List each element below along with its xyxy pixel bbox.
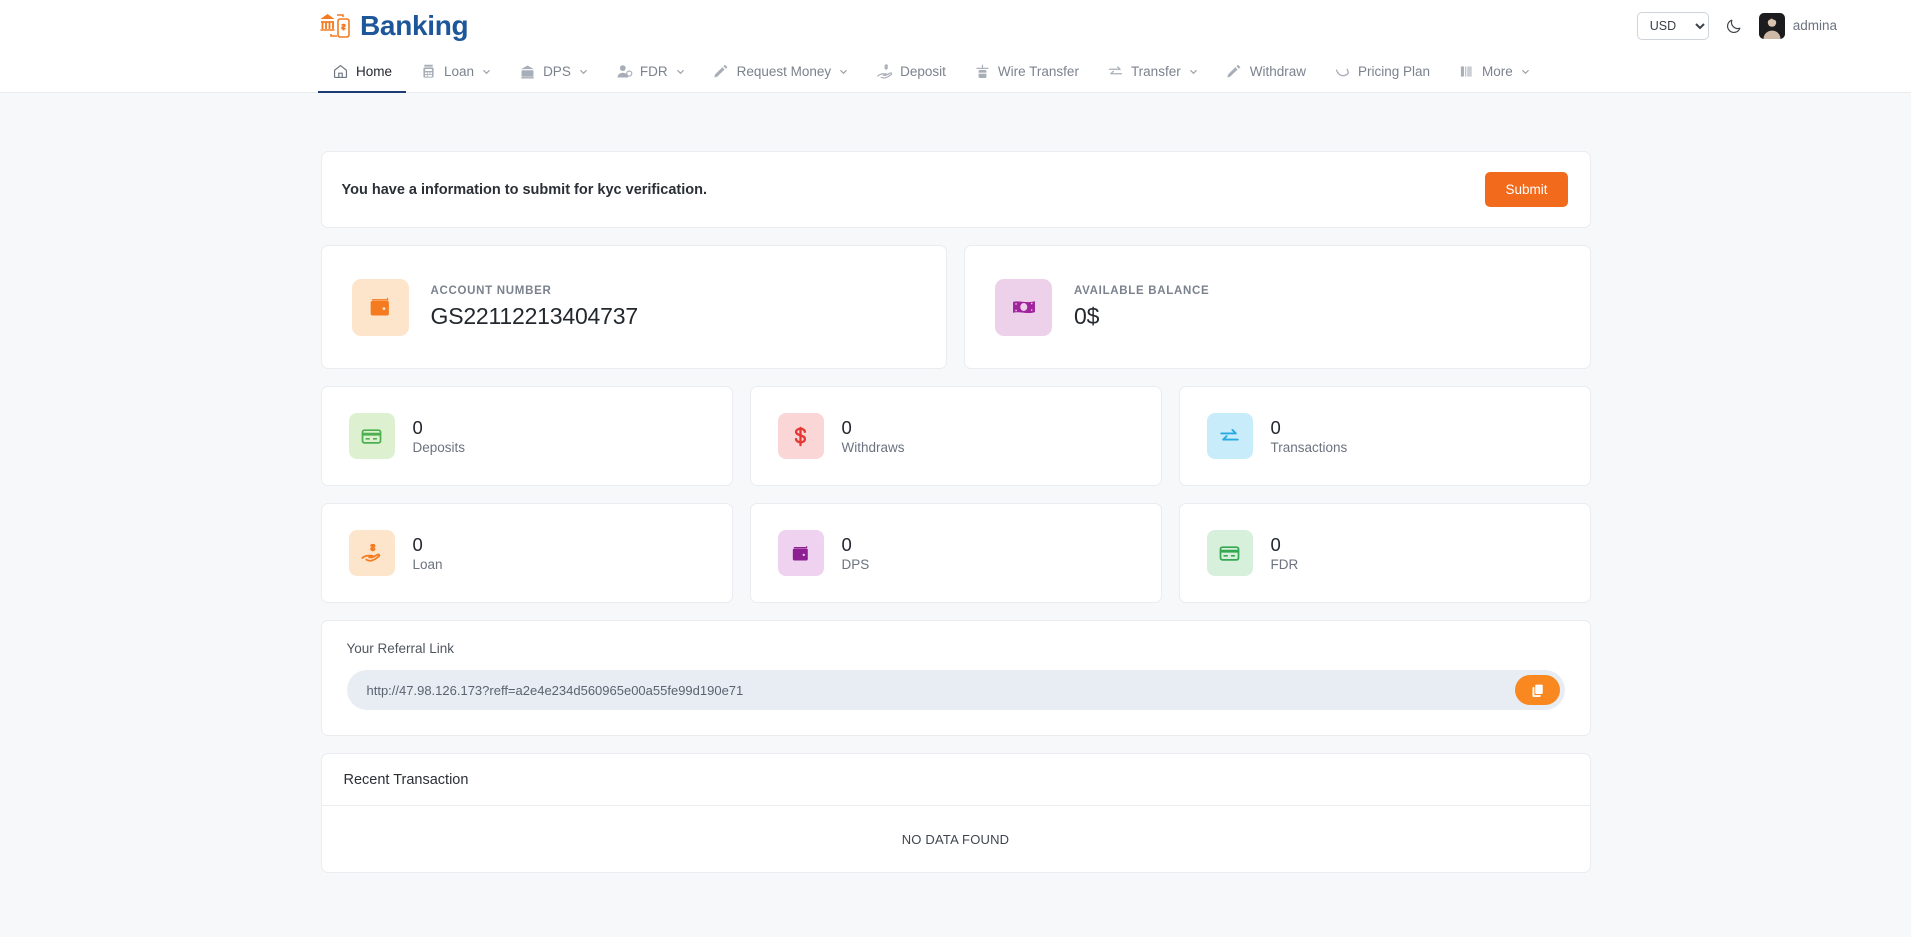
summary-cards: ACCOUNT NUMBER GS22112213404737 [321, 245, 1591, 369]
moon-icon[interactable] [1725, 17, 1743, 35]
recent-transaction-title: Recent Transaction [322, 754, 1590, 806]
nav-item-request-money[interactable]: Request Money [699, 51, 863, 92]
request-money-icon [713, 63, 730, 80]
bank-icon [519, 63, 536, 80]
copy-icon [1530, 683, 1545, 698]
user-check-icon [616, 63, 633, 80]
nav-label: Request Money [737, 64, 832, 79]
nav-item-more[interactable]: More [1444, 51, 1544, 92]
nav-item-fdr[interactable]: FDR [602, 51, 699, 92]
dollar-sign-icon [778, 413, 824, 459]
nav-label: FDR [640, 64, 668, 79]
user-menu[interactable]: admina [1759, 13, 1837, 39]
nav-item-home[interactable]: Home [318, 51, 406, 92]
nav-item-dps[interactable]: DPS [505, 51, 602, 92]
account-number-label: ACCOUNT NUMBER [431, 285, 638, 297]
username: admina [1793, 18, 1837, 33]
chevron-down-icon [578, 67, 588, 76]
nav-label: Home [356, 64, 392, 79]
exchange-icon [1207, 413, 1253, 459]
home-icon [332, 63, 349, 80]
nav-label: Wire Transfer [998, 64, 1079, 79]
stat-value: 0 [842, 534, 870, 555]
nav-item-transfer[interactable]: Transfer [1093, 51, 1212, 92]
pricing-plan-icon [1334, 63, 1351, 80]
brand-logo[interactable]: Banking [318, 10, 468, 42]
currency-select[interactable]: USD [1637, 12, 1709, 40]
exchange-icon [1107, 63, 1124, 80]
stat-label: Withdraws [842, 440, 905, 455]
chevron-down-icon [1188, 67, 1198, 76]
main-navigation: Home Loan DPS [0, 51, 1911, 93]
stat-value: 0 [1271, 417, 1348, 438]
chevron-down-icon [675, 67, 685, 76]
referral-link-text[interactable]: http://47.98.126.173?reff=a2e4e234d56096… [367, 683, 744, 698]
page-content: You have a information to submit for kyc… [0, 93, 1911, 873]
kyc-submit-button[interactable]: Submit [1485, 172, 1567, 207]
recent-transaction-section: Recent Transaction NO DATA FOUND [321, 753, 1591, 873]
kyc-message: You have a information to submit for kyc… [342, 182, 708, 198]
recent-transaction-empty: NO DATA FOUND [322, 806, 1590, 872]
stat-value: 0 [1271, 534, 1299, 555]
nav-label: DPS [543, 64, 571, 79]
available-balance-value: 0$ [1074, 303, 1209, 330]
chevron-down-icon [481, 67, 491, 76]
stat-card-transactions: 0 Transactions [1179, 386, 1591, 486]
copy-referral-button[interactable] [1515, 675, 1560, 705]
account-number-value: GS22112213404737 [431, 303, 638, 330]
loan-icon [420, 63, 437, 80]
stat-card-dps: 0 DPS [750, 503, 1162, 603]
wire-transfer-icon [974, 63, 991, 80]
more-icon [1458, 63, 1475, 80]
stat-value: 0 [842, 417, 905, 438]
stat-card-deposits: 0 Deposits [321, 386, 733, 486]
stat-cards-row-1: 0 Deposits 0 Withdraws [321, 386, 1591, 486]
top-bar-actions: USD admina [1637, 12, 1837, 40]
stat-card-loan: 0 Loan [321, 503, 733, 603]
referral-section: Your Referral Link http://47.98.126.173?… [321, 620, 1591, 736]
stat-label: Transactions [1271, 440, 1348, 455]
wallet-icon [352, 279, 409, 336]
stat-card-withdraws: 0 Withdraws [750, 386, 1162, 486]
credit-card-icon [1207, 530, 1253, 576]
top-bar: Banking USD admina [0, 0, 1911, 51]
nav-label: Withdraw [1250, 64, 1306, 79]
nav-item-pricing-plan[interactable]: Pricing Plan [1320, 51, 1444, 92]
stat-card-fdr: 0 FDR [1179, 503, 1591, 603]
nav-item-withdraw[interactable]: Withdraw [1212, 51, 1320, 92]
hand-money-icon [349, 530, 395, 576]
account-number-card: ACCOUNT NUMBER GS22112213404737 [321, 245, 948, 369]
brand-name: Banking [360, 12, 468, 40]
nav-label: Deposit [900, 64, 946, 79]
credit-card-icon [349, 413, 395, 459]
avatar [1759, 13, 1785, 39]
stat-label: FDR [1271, 557, 1299, 572]
stat-label: DPS [842, 557, 870, 572]
stat-value: 0 [413, 417, 466, 438]
stat-cards-row-2: 0 Loan 0 DPS [321, 503, 1591, 603]
stat-label: Loan [413, 557, 443, 572]
bank-mobile-money-icon [318, 10, 352, 42]
nav-item-loan[interactable]: Loan [406, 51, 505, 92]
referral-title: Your Referral Link [347, 641, 1565, 656]
stat-value: 0 [413, 534, 443, 555]
banknote-icon [995, 279, 1052, 336]
chevron-down-icon [1520, 67, 1530, 76]
withdraw-icon [1226, 63, 1243, 80]
deposit-hand-icon [876, 63, 893, 80]
nav-label: Pricing Plan [1358, 64, 1430, 79]
stat-label: Deposits [413, 440, 466, 455]
kyc-notice: You have a information to submit for kyc… [321, 151, 1591, 228]
nav-label: More [1482, 64, 1513, 79]
available-balance-label: AVAILABLE BALANCE [1074, 285, 1209, 297]
referral-link-bar: http://47.98.126.173?reff=a2e4e234d56096… [347, 670, 1565, 710]
chevron-down-icon [838, 67, 848, 76]
nav-item-deposit[interactable]: Deposit [862, 51, 960, 92]
available-balance-card: AVAILABLE BALANCE 0$ [964, 245, 1591, 369]
nav-label: Transfer [1131, 64, 1181, 79]
wallet-icon [778, 530, 824, 576]
nav-item-wire-transfer[interactable]: Wire Transfer [960, 51, 1093, 92]
nav-label: Loan [444, 64, 474, 79]
